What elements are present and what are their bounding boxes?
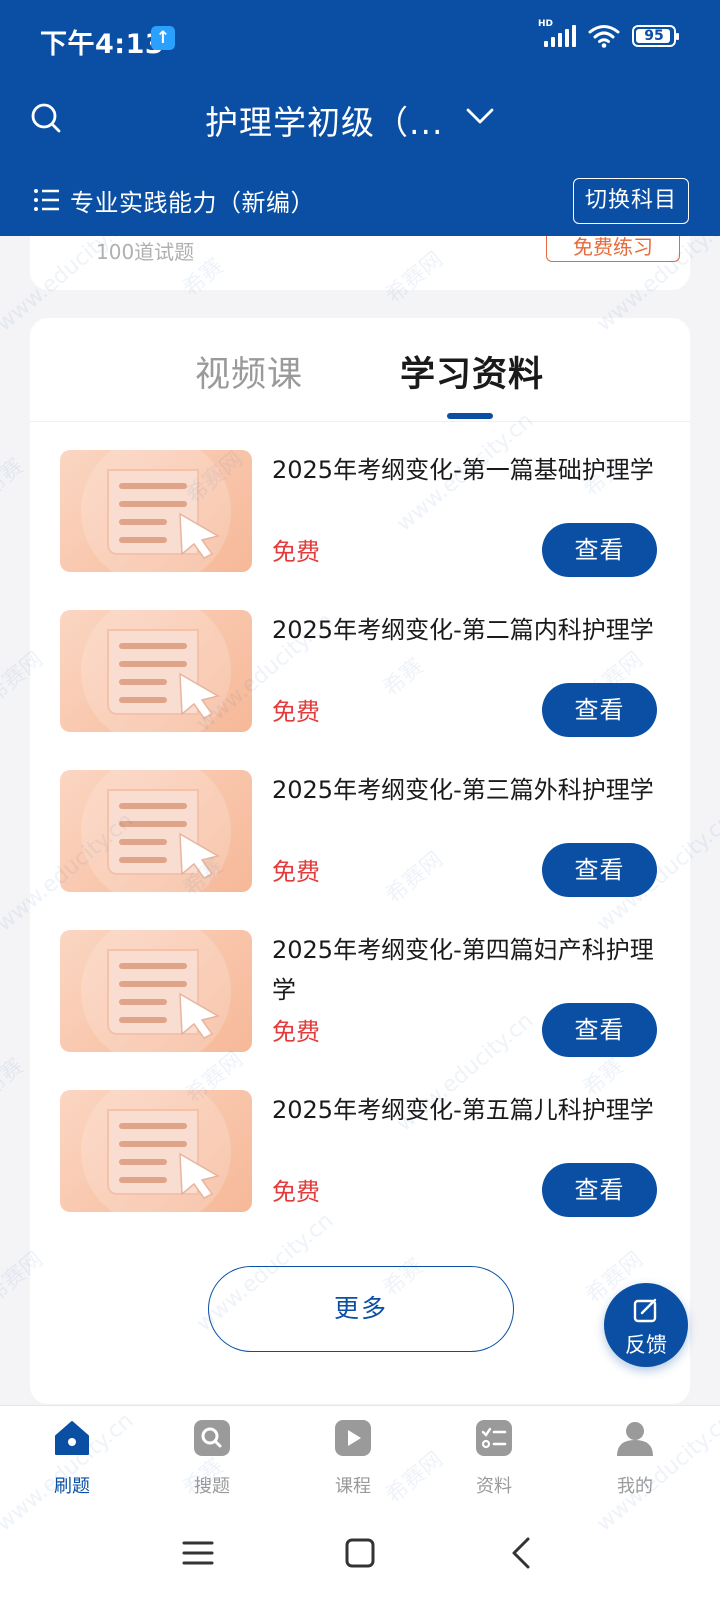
tab-bar: 视频课 学习资料 (30, 318, 690, 422)
home-square-icon[interactable] (340, 1533, 380, 1573)
view-button[interactable]: 查看 (542, 523, 657, 577)
course-title[interactable]: 护理学初级（... (205, 96, 443, 144)
nav-item-practice[interactable]: 刷题 (22, 1418, 122, 1498)
edit-icon (633, 1298, 657, 1323)
more-button[interactable]: 更多 (208, 1266, 514, 1352)
material-title: 2025年考纲变化-第三篇外科护理学 (272, 776, 654, 804)
price-label: 免费 (272, 538, 320, 566)
view-button[interactable]: 查看 (542, 1163, 657, 1217)
nav-item-profile[interactable]: 我的 (585, 1418, 685, 1498)
switch-subject-button[interactable]: 切换科目 (573, 178, 689, 224)
system-nav-bar (0, 1505, 720, 1600)
wifi-icon (588, 25, 620, 48)
nav-label-practice: 刷题 (54, 1476, 90, 1497)
view-button[interactable]: 查看 (542, 843, 657, 897)
document-thumbnail-icon (60, 770, 252, 892)
menu-icon[interactable] (178, 1533, 218, 1573)
active-tab-indicator (447, 413, 493, 419)
user-icon (617, 1422, 653, 1456)
chevron-down-icon[interactable] (465, 104, 495, 128)
play-icon (335, 1420, 371, 1456)
list-icon (34, 189, 59, 211)
status-time: 下午4:13 (40, 29, 165, 60)
view-button[interactable]: 查看 (542, 683, 657, 737)
document-thumbnail-icon (60, 930, 252, 1052)
subject-title[interactable]: 专业实践能力（新编） (70, 183, 315, 218)
practice-card: 100道试题 免费练习 (30, 236, 690, 290)
home-icon (55, 1421, 89, 1455)
question-count: 100道试题 (96, 240, 195, 264)
document-thumbnail-icon (60, 450, 252, 572)
bottom-nav: 刷题 搜题 课程 资料 我的 (0, 1405, 720, 1505)
material-title: 2025年考纲变化-第一篇基础护理学 (272, 456, 654, 484)
price-label: 免费 (272, 858, 320, 886)
material-title: 2025年考纲变化-第四篇妇产科护理学 (272, 936, 654, 1004)
feedback-button[interactable]: 反馈 (604, 1283, 688, 1367)
watermark: 希赛 (0, 1054, 29, 1102)
nav-label-materials: 资料 (476, 1476, 512, 1497)
price-label: 免费 (272, 698, 320, 726)
nav-item-search[interactable]: 搜题 (162, 1418, 262, 1498)
material-item[interactable]: 2025年考纲变化-第一篇基础护理学 免费 查看 (30, 450, 690, 590)
signal-icon: HD (538, 19, 576, 47)
nav-item-course[interactable]: 课程 (303, 1418, 403, 1498)
battery-level: 95 (644, 28, 664, 44)
upload-icon: ↑ (151, 26, 175, 50)
price-label: 免费 (272, 1178, 320, 1206)
status-bar: 下午4:13 ↑ HD 95 (0, 0, 720, 80)
view-button[interactable]: 查看 (542, 1003, 657, 1057)
network-type: HD (538, 19, 554, 29)
nav-label-profile: 我的 (617, 1476, 653, 1497)
app-header: 下午4:13 ↑ HD 95 护理学初级（... 专业实践能力（新编） 切换科目 (0, 0, 720, 236)
status-indicators: HD 95 (538, 19, 679, 48)
feedback-label: 反馈 (625, 1333, 667, 1357)
nav-label-search: 搜题 (194, 1476, 230, 1497)
title-row: 护理学初级（... (0, 90, 720, 146)
nav-item-materials[interactable]: 资料 (444, 1418, 544, 1498)
free-practice-button[interactable]: 免费练习 (546, 236, 680, 262)
material-title: 2025年考纲变化-第五篇儿科护理学 (272, 1096, 654, 1124)
document-thumbnail-icon (60, 610, 252, 732)
material-item[interactable]: 2025年考纲变化-第四篇妇产科护理学免费 查看 (30, 930, 690, 1070)
material-item[interactable]: 2025年考纲变化-第二篇内科护理学 免费 查看 (30, 610, 690, 750)
document-thumbnail-icon (60, 1090, 252, 1212)
material-item[interactable]: 2025年考纲变化-第五篇儿科护理学 免费 查看 (30, 1090, 690, 1230)
search-icon[interactable] (28, 100, 64, 136)
document-list-icon (476, 1420, 512, 1456)
price-label: 免费 (272, 1018, 320, 1046)
materials-card: 视频课 学习资料 2025年考纲变化-第一篇基础护理学 免费 查看 2025年考纲变化… (30, 318, 690, 1404)
material-title: 2025年考纲变化-第二篇内科护理学 (272, 616, 654, 644)
material-item[interactable]: 2025年考纲变化-第三篇外科护理学 免费 查看 (30, 770, 690, 910)
tab-video-course[interactable]: 视频课 (195, 346, 303, 397)
subject-row: 专业实践能力（新编） 切换科目 (0, 178, 720, 224)
battery-icon: 95 (632, 25, 679, 47)
back-icon[interactable] (502, 1533, 542, 1573)
tab-study-materials[interactable]: 学习资料 (400, 346, 544, 397)
nav-label-course: 课程 (335, 1476, 371, 1497)
watermark: 希赛 (0, 454, 29, 502)
search-icon (194, 1420, 230, 1456)
